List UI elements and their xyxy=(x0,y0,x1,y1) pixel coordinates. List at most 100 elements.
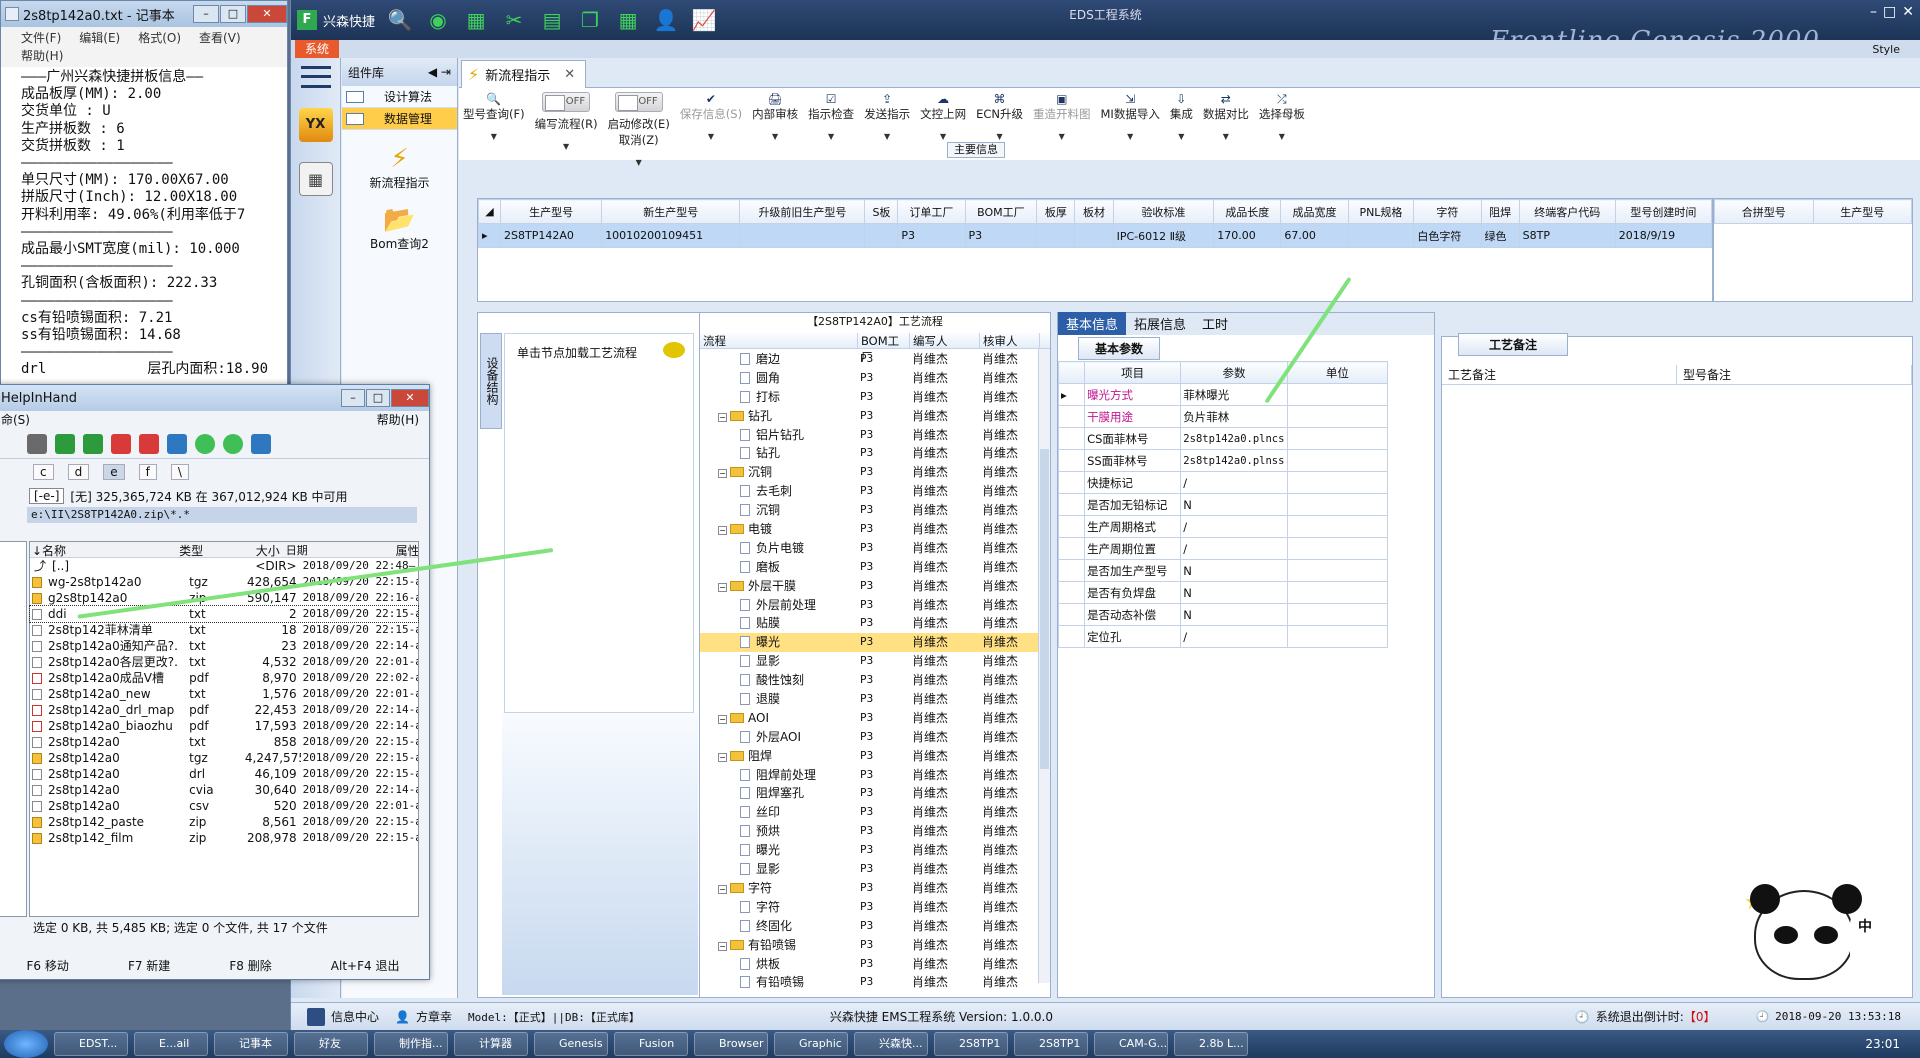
col-header[interactable]: 板厚 xyxy=(1036,199,1076,224)
drive-select[interactable]: [-e-] xyxy=(29,488,65,504)
toolbar-button[interactable]: ⇲ MI数据导入 ▼ xyxy=(1101,88,1160,141)
toolbar-button[interactable]: ✔ 保存信息(S) ▼ xyxy=(680,88,742,141)
file-row[interactable]: 2s8tp142a0 csv 520 2018/09/20 22:01-a— xyxy=(30,798,418,814)
chevron-down-icon[interactable]: ▼ xyxy=(996,132,1002,141)
table-row[interactable]: 定位孔 / xyxy=(1057,625,1389,648)
toolbar-button[interactable]: OFF 启动修改(E) 取消(Z) ▼ xyxy=(608,88,670,167)
menu-help[interactable]: 帮助(H) xyxy=(21,47,63,65)
menu-format[interactable]: 格式(O) xyxy=(138,29,181,47)
param-unit[interactable] xyxy=(1286,625,1389,648)
param-unit[interactable] xyxy=(1286,559,1389,582)
process-tree-row[interactable]: 打标 P3 肖维杰 肖维杰 xyxy=(700,388,1050,407)
param-value[interactable]: N xyxy=(1180,581,1288,604)
collapse-arrows-icon[interactable]: ◀ ⇥ xyxy=(428,65,451,79)
file-row[interactable]: 2s8tp142_paste zip 8,561 2018/09/20 22:15-a… xyxy=(30,814,418,830)
process-tree-row[interactable]: − 电镀 P3 肖维杰 肖维杰 xyxy=(700,520,1050,539)
col-header[interactable]: 工艺备注 xyxy=(1442,365,1677,384)
start-button[interactable] xyxy=(4,1030,48,1058)
col-header[interactable]: 升级前旧生产型号 xyxy=(739,199,866,224)
forward-icon[interactable] xyxy=(223,433,243,454)
process-tree-row[interactable]: 字符 P3 肖维杰 肖维杰 xyxy=(700,898,1050,917)
col-header[interactable]: S板 xyxy=(864,199,899,224)
process-tree-row[interactable]: 阻焊塞孔 P3 肖维杰 肖维杰 xyxy=(700,784,1050,803)
col-header[interactable]: 单位 xyxy=(1286,361,1389,384)
table-cell[interactable]: S8TP xyxy=(1518,223,1616,248)
complib-item-design[interactable]: 设计算法 xyxy=(342,86,457,108)
minimize-button[interactable]: – xyxy=(193,5,219,23)
process-tree-row[interactable]: 钻孔 P3 肖维杰 肖维杰 xyxy=(700,444,1050,463)
taskbar-app[interactable]: Fusion xyxy=(614,1032,688,1056)
process-tree-row[interactable]: − 阻焊 P3 肖维杰 肖维杰 xyxy=(700,747,1050,766)
table-row[interactable]: 是否有负焊盘 N xyxy=(1057,581,1389,604)
merge-col-header[interactable]: 生产型号 xyxy=(1812,199,1912,224)
taskbar-app[interactable]: Browser xyxy=(694,1032,768,1056)
param-value[interactable]: 负片菲林 xyxy=(1180,405,1288,428)
col-header[interactable]: PNL规格 xyxy=(1347,199,1415,224)
collapse-icon[interactable]: − xyxy=(718,469,727,479)
process-tree-row[interactable]: − 有铅喷锡 P3 肖维杰 肖维杰 xyxy=(700,936,1050,955)
table-cell[interactable]: 2018/9/19 xyxy=(1614,223,1713,248)
toggle-switch[interactable]: OFF xyxy=(614,92,663,112)
process-tree-row[interactable]: 贴膜 P3 肖维杰 肖维杰 xyxy=(700,614,1050,633)
toolbar-button[interactable]: 🔍 型号查询(F) ▼ xyxy=(463,88,525,141)
toolbar-button[interactable]: ⇩ 集成 ▼ xyxy=(1170,88,1193,141)
toolbar-sub-label[interactable]: 取消(Z) xyxy=(619,132,659,148)
file-row[interactable]: 2s8tp142a0_new txt 1,576 2018/09/20 22:01-a… xyxy=(30,686,418,702)
col-header[interactable]: ↓名称 xyxy=(30,542,177,557)
copy-icon[interactable]: ❐ xyxy=(577,8,603,32)
style-dropdown[interactable]: Style xyxy=(1872,43,1900,56)
yx-module-icon[interactable]: YX xyxy=(298,108,333,142)
chevron-down-icon[interactable]: ▼ xyxy=(1223,132,1229,141)
chevron-down-icon[interactable]: ▼ xyxy=(884,132,890,141)
col-header[interactable]: 核审人 xyxy=(980,333,1040,348)
param-unit[interactable] xyxy=(1286,493,1389,516)
collapse-icon[interactable]: − xyxy=(718,412,727,422)
chevron-down-icon[interactable]: ▼ xyxy=(708,132,714,141)
drive-e[interactable]: e xyxy=(103,464,125,480)
chart-icon[interactable]: 📈 xyxy=(691,8,717,32)
col-header[interactable]: 日期 xyxy=(284,542,394,557)
toggle-switch[interactable]: OFF xyxy=(542,92,591,112)
table-row[interactable]: CS面菲林号 2s8tp142a0.plncs xyxy=(1057,427,1389,450)
collapse-icon[interactable]: − xyxy=(718,714,727,724)
pdf-icon[interactable] xyxy=(111,433,131,454)
param-unit[interactable] xyxy=(1286,515,1389,538)
panda-mascot[interactable]: ★ 中 xyxy=(1744,880,1880,1000)
process-tree-row[interactable]: 终固化 P3 肖维杰 肖维杰 xyxy=(700,917,1050,936)
table-row[interactable]: 是否加无铅标记 N xyxy=(1057,493,1389,516)
col-header[interactable]: 编写人 xyxy=(910,333,980,348)
process-tree-row[interactable]: 磨板 P3 肖维杰 肖维杰 xyxy=(700,558,1050,577)
excel-icon[interactable] xyxy=(55,433,75,454)
process-tree-row[interactable]: 阻焊前处理 P3 肖维杰 肖维杰 xyxy=(700,766,1050,785)
process-tree-row[interactable]: 外层前处理 P3 肖维杰 肖维杰 xyxy=(700,596,1050,615)
param-value[interactable]: 2s8tp142a0.plncs xyxy=(1180,427,1288,450)
col-header[interactable]: 参数 xyxy=(1180,361,1288,384)
chevron-down-icon[interactable]: ▼ xyxy=(1178,132,1184,141)
alt-f4-exit-button[interactable]: Alt+F4 退出 xyxy=(331,957,400,974)
hamburger-menu-icon[interactable] xyxy=(300,66,331,88)
table-cell[interactable] xyxy=(739,223,866,248)
notepad-text-area[interactable]: ———广州兴森快捷拼板信息—— 成品板厚(MM): 2.00 交货单位 : U 生产拼… xyxy=(1,67,287,407)
f8-delete-button[interactable]: F8 删除 xyxy=(229,957,271,974)
process-tree-row[interactable]: 显影 P3 肖维杰 肖维杰 xyxy=(700,652,1050,671)
table-row[interactable]: 生产周期位置 / xyxy=(1057,537,1389,560)
minimize-button[interactable]: – xyxy=(1870,4,1877,20)
chevron-down-icon[interactable]: ▼ xyxy=(1059,132,1065,141)
chevron-down-icon[interactable]: ▼ xyxy=(563,142,569,151)
chevron-down-icon[interactable]: ▼ xyxy=(491,132,497,141)
complib-bom-query[interactable]: 📂 Bom查询2 xyxy=(342,205,457,252)
complib-item-data-mgmt[interactable]: 数据管理 xyxy=(342,108,457,130)
param-value[interactable]: / xyxy=(1180,625,1288,648)
file-row[interactable]: 2s8tp142a0 txt 858 2018/09/20 22:15-a— xyxy=(30,734,418,750)
param-unit[interactable] xyxy=(1286,603,1389,626)
notepad-titlebar[interactable]: 2s8tp142a0.txt - 记事本 – □ ✕ xyxy=(1,1,287,27)
process-hint-box[interactable]: 单击节点加载工艺流程 xyxy=(504,333,694,713)
close-button[interactable]: ✕ xyxy=(391,389,429,407)
tab-new-process[interactable]: ⚡ 新流程指示 ✕ xyxy=(461,60,587,88)
file-row[interactable]: 2s8tp142a0_biaozhu pdf 17,593 2018/09/20 22… xyxy=(30,718,418,734)
scrollbar-thumb[interactable] xyxy=(1040,449,1049,769)
tab-extended-info[interactable]: 拓展信息 xyxy=(1126,312,1194,335)
toolbar-button[interactable]: ⌘ ECN升级 ▼ xyxy=(976,88,1023,141)
toolbar-button[interactable]: OFF 编写流程(R) ▼ xyxy=(535,88,598,151)
param-unit[interactable] xyxy=(1286,383,1389,406)
